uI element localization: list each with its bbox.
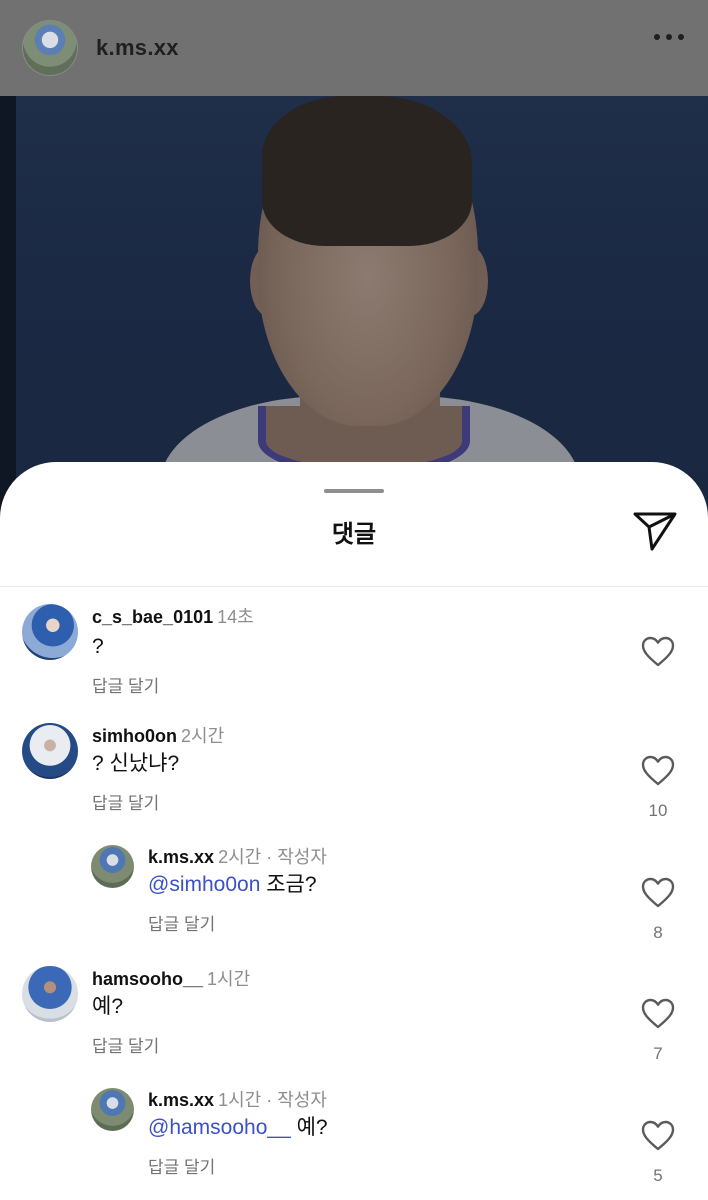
mention-link[interactable]: @simho0on <box>148 873 260 896</box>
avatar[interactable] <box>22 723 78 779</box>
comment-text: ? <box>92 635 104 658</box>
like-count: 10 <box>648 801 668 820</box>
avatar[interactable] <box>22 604 78 660</box>
sheet-drag-handle[interactable] <box>324 489 384 493</box>
reply-button[interactable]: 답글 달기 <box>92 1032 159 1057</box>
comment-text: 예? <box>290 1116 328 1139</box>
reply-item: k.ms.xx 1시간 · 작성자 @hamsooho__ 예? 답글 달기 5 <box>0 1086 708 1200</box>
comment-item: simho0on 2시간 ? 신났냐? 답글 달기 10 <box>0 721 708 831</box>
comment-item: hamsooho__ 1시간 예? 답글 달기 7 <box>0 964 708 1074</box>
reply-button[interactable]: 답글 달기 <box>92 789 159 814</box>
avatar[interactable] <box>91 845 134 888</box>
like-count: 8 <box>653 923 663 942</box>
sheet-title: 댓글 <box>331 521 377 548</box>
comment-time: 1시간 <box>207 969 251 989</box>
author-tag: · 작성자 <box>261 847 327 867</box>
sheet-divider <box>0 586 708 587</box>
heart-icon[interactable] <box>641 636 675 668</box>
comment-time: 2시간 <box>218 847 262 867</box>
heart-icon[interactable] <box>641 1120 675 1152</box>
comment-username[interactable]: k.ms.xx <box>148 847 214 867</box>
reply-button[interactable]: 답글 달기 <box>92 672 159 697</box>
comment-username[interactable]: simho0on <box>92 726 177 746</box>
avatar[interactable] <box>91 1088 134 1131</box>
comment-text: 예? <box>92 995 123 1018</box>
comment-item: c_s_bae_0101 14초 ? 답글 달기 <box>0 602 708 702</box>
post-photo <box>0 96 708 516</box>
like-count: 5 <box>653 1166 663 1185</box>
like-count: 7 <box>653 1044 663 1063</box>
send-icon[interactable] <box>632 510 678 552</box>
mention-link[interactable]: @hamsooho__ <box>148 1116 291 1139</box>
comment-username[interactable]: k.ms.xx <box>148 1090 214 1110</box>
heart-icon[interactable] <box>641 755 675 787</box>
reply-item: k.ms.xx 2시간 · 작성자 @simho0on 조금? 답글 달기 8 <box>0 843 708 953</box>
post-username[interactable]: k.ms.xx <box>96 35 179 61</box>
heart-icon[interactable] <box>641 998 675 1030</box>
comment-username[interactable]: c_s_bae_0101 <box>92 607 213 627</box>
comments-sheet: 댓글 c_s_bae_0101 14초 ? 답글 달기 simho0on 2시간 ?… <box>0 462 708 1200</box>
comment-text: ? 신났냐? <box>92 752 180 775</box>
comment-time: 1시간 <box>218 1090 262 1110</box>
comment-time: 14초 <box>217 607 254 627</box>
post-author-avatar[interactable] <box>22 20 78 76</box>
heart-icon[interactable] <box>641 877 675 909</box>
comment-username[interactable]: hamsooho__ <box>92 969 203 989</box>
more-dots-icon[interactable] <box>654 34 684 40</box>
author-tag: · 작성자 <box>261 1090 327 1110</box>
reply-button[interactable]: 답글 달기 <box>148 910 215 935</box>
avatar[interactable] <box>22 966 78 1022</box>
post-header: k.ms.xx <box>0 0 708 96</box>
reply-button[interactable]: 답글 달기 <box>148 1153 215 1178</box>
comment-time: 2시간 <box>181 726 225 746</box>
comment-text: 조금? <box>260 873 317 896</box>
